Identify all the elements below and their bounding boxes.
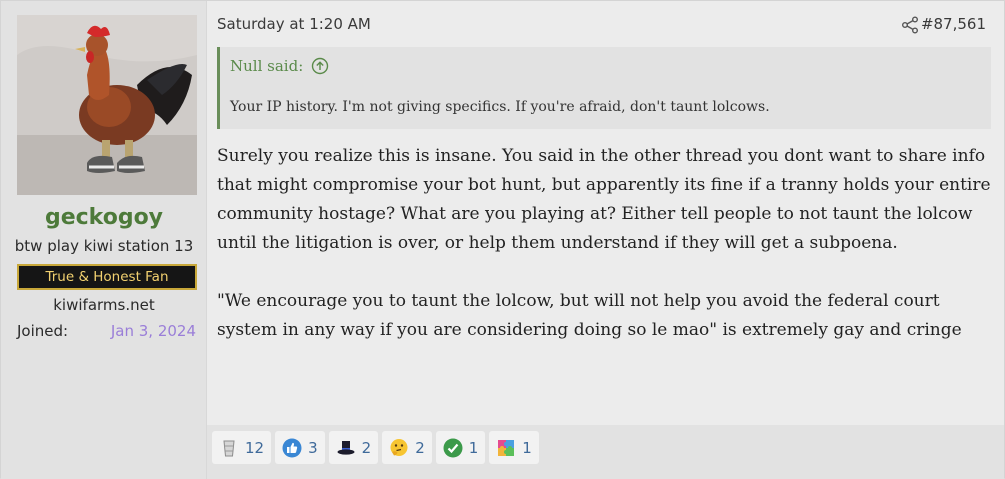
- reactions-bar: 12 3 2 2 1 1: [207, 425, 1004, 479]
- joined-label: Joined:: [17, 322, 69, 340]
- thinking-face-icon: [390, 438, 408, 456]
- post-timestamp[interactable]: Saturday at 1:20 AM: [217, 15, 371, 33]
- puzzle-piece-icon: [498, 439, 515, 456]
- forum-post: geckogoy btw play kiwi station 13 True &…: [0, 0, 1005, 479]
- post-paragraph: Surely you realize this is insane. You s…: [217, 146, 991, 253]
- reactions-list: 12 3 2 2 1 1: [212, 431, 539, 464]
- rooster-avatar-image: [17, 15, 197, 195]
- top-hat-icon: [337, 440, 355, 455]
- reaction-puzzle-piece[interactable]: 1: [489, 431, 539, 464]
- thumbs-up-icon: [282, 438, 302, 457]
- reaction-thinking-face[interactable]: 2: [382, 431, 432, 464]
- checkmark-icon: [443, 438, 463, 457]
- share-icon[interactable]: [901, 16, 919, 34]
- user-title: btw play kiwi station 13: [14, 237, 194, 255]
- user-info-panel: geckogoy btw play kiwi station 13 True &…: [1, 1, 207, 479]
- reaction-thumbs-up[interactable]: 3: [275, 431, 325, 464]
- quote-author-link[interactable]: Null said:: [230, 57, 329, 75]
- reaction-checkmark[interactable]: 1: [435, 431, 486, 464]
- reaction-drinking-glass[interactable]: 12: [212, 431, 272, 464]
- post-content: Saturday at 1:20 AM #87,561 Null said: Y…: [207, 1, 1004, 479]
- drinking-glass-icon: [223, 440, 235, 456]
- joined-date: Jan 3, 2024: [110, 322, 196, 340]
- user-banner: True & Honest Fan: [17, 264, 197, 290]
- reaction-count: 2: [415, 438, 425, 457]
- post-body: Surely you realize this is insane. You s…: [217, 142, 997, 374]
- reaction-count: 2: [361, 438, 372, 457]
- avatar[interactable]: [17, 15, 197, 195]
- reaction-count: 12: [245, 438, 265, 457]
- quote-block: Null said: Your IP history. I'm not givi…: [217, 47, 991, 129]
- quote-text: Your IP history. I'm not giving specific…: [230, 99, 770, 115]
- post-paragraph: "We encourage you to taunt the lolcow, b…: [217, 291, 962, 340]
- reaction-count: 1: [522, 438, 532, 457]
- username[interactable]: geckogoy: [1, 205, 207, 230]
- post-number[interactable]: #87,561: [921, 15, 986, 33]
- quote-author: Null said:: [230, 57, 304, 75]
- reaction-count: 3: [308, 438, 318, 457]
- arrow-up-circle-icon[interactable]: [311, 57, 329, 75]
- reaction-count: 1: [468, 438, 479, 457]
- user-site: kiwifarms.net: [53, 296, 155, 314]
- reaction-top-hat[interactable]: 2: [328, 431, 379, 464]
